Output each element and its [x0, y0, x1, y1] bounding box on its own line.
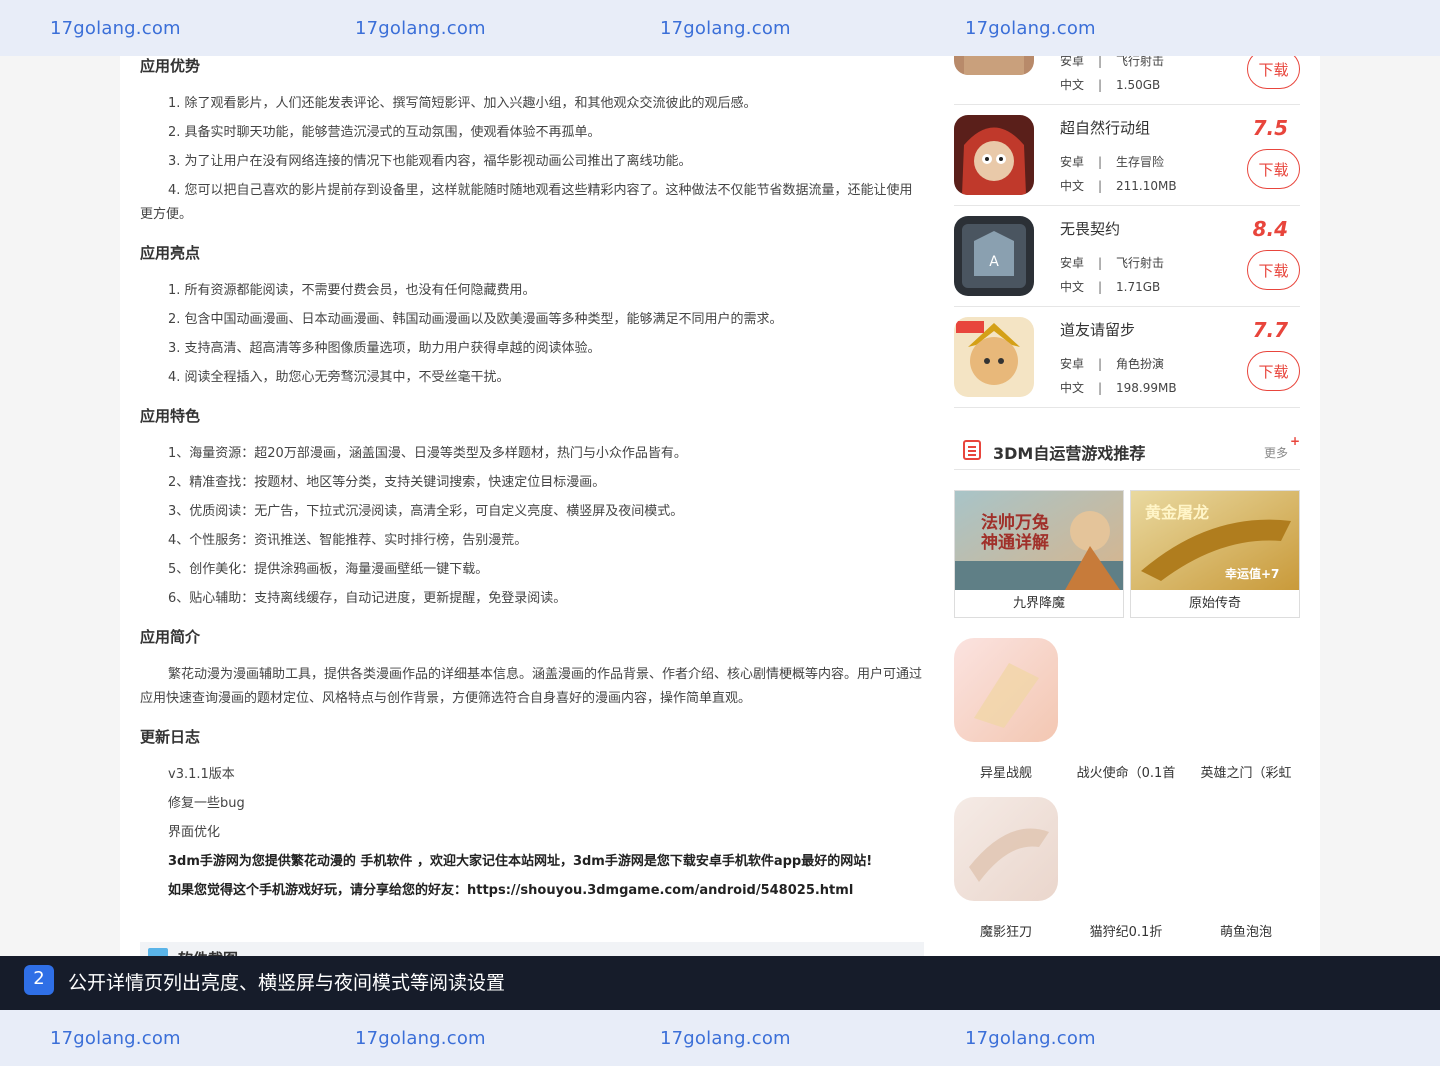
- recommend-tile[interactable]: 萌鱼泡泡: [1186, 797, 1306, 940]
- banner-caption[interactable]: 九界降魔: [955, 592, 1123, 611]
- tile-icon[interactable]: [954, 638, 1058, 742]
- download-button[interactable]: 下载: [1247, 149, 1300, 189]
- step-number-badge: 2: [24, 965, 54, 995]
- tile-name[interactable]: 英雄之门（彩虹: [1186, 762, 1306, 781]
- site-notice: 3dm手游网为您提供繁花动漫的 手机软件 ，欢迎大家记住本站网址，3dm手游网是…: [168, 854, 873, 869]
- clipboard-icon: [963, 440, 981, 460]
- download-button[interactable]: 下载: [1247, 351, 1300, 391]
- svg-text:A: A: [989, 254, 999, 270]
- game-score: 7.5: [1252, 116, 1288, 140]
- section-title-intro: 应用简介: [140, 628, 201, 646]
- game-meta-row: 安卓 | 角色扮演: [1060, 357, 1165, 371]
- game-meta-row: 安卓 | 飞行射击: [1060, 256, 1165, 270]
- banner-image[interactable]: 黄金屠龙 幸运值+7: [1131, 491, 1299, 590]
- changelog-line: v3.1.1版本: [168, 767, 235, 782]
- download-button[interactable]: 下载: [1247, 250, 1300, 290]
- plus-icon[interactable]: +: [1290, 434, 1300, 448]
- game-list-item[interactable]: 超自然行动组 7.5 安卓 | 生存冒险 中文 | 211.10MB 下载: [954, 105, 1300, 206]
- tile-name[interactable]: 战火使命（0.1首: [1066, 762, 1186, 781]
- tile-icon[interactable]: [1074, 638, 1178, 742]
- banner-overlay-text: 黄金屠龙: [1145, 503, 1210, 522]
- game-name[interactable]: 超自然行动组: [1060, 117, 1150, 138]
- banner-caption[interactable]: 原始传奇: [1131, 592, 1299, 611]
- paragraph: 3. 支持高清、超高清等多种图像质量选项，助力用户获得卓越的阅读体验。: [168, 341, 601, 356]
- screenshots-header: 软件截图: [140, 942, 924, 956]
- watermark-bar-top: 17golang.com 17golang.com 17golang.com 1…: [0, 0, 1440, 56]
- game-thumbnail[interactable]: [954, 317, 1034, 397]
- paragraph: 3. 为了让用户在没有网络连接的情况下也能观看内容，福华影视动画公司推出了离线功…: [168, 154, 692, 169]
- screenshots-title: 软件截图: [178, 948, 238, 956]
- paragraph: 2、精准查找：按题材、地区等分类，支持关键词搜索，快速定位目标漫画。: [168, 475, 606, 490]
- recommend-title: 3DM自运营游戏推荐: [993, 444, 1146, 463]
- app-description-article: 应用优势 1. 除了观看影片，人们还能发表评论、撰写简短影评、加入兴趣小组，和其…: [140, 50, 924, 903]
- image-icon: [148, 948, 168, 956]
- recommend-header: 3DM自运营游戏推荐 更多 +: [954, 428, 1300, 470]
- page-content: 应用优势 1. 除了观看影片，人们还能发表评论、撰写简短影评、加入兴趣小组，和其…: [120, 0, 1320, 956]
- game-meta-row: 安卓 | 生存冒险: [1060, 155, 1165, 169]
- game-list-item[interactable]: A 无畏契约 8.4 安卓 | 飞行射击 中文 | 1.71GB 下载: [954, 206, 1300, 307]
- tile-name[interactable]: 萌鱼泡泡: [1186, 921, 1306, 940]
- more-link[interactable]: 更多: [1264, 444, 1288, 461]
- watermark-text: 17golang.com: [965, 17, 1096, 39]
- game-list-item[interactable]: 道友请留步 7.7 安卓 | 角色扮演 中文 | 198.99MB 下载: [954, 307, 1300, 408]
- paragraph: 5、创作美化：提供涂鸦画板，海量漫画壁纸一键下载。: [168, 562, 489, 577]
- game-meta-row: 中文 | 1.71GB: [1060, 280, 1161, 294]
- section-title-highlights: 应用亮点: [140, 244, 201, 262]
- game-name[interactable]: 道友请留步: [1060, 319, 1135, 340]
- paragraph: 6、贴心辅助：支持离线缓存，自动记进度，更新提醒，免登录阅读。: [168, 591, 567, 606]
- tile-icon[interactable]: [1074, 797, 1178, 901]
- banner-image[interactable]: 法帅万兔 神通详解: [955, 491, 1123, 590]
- paragraph: 4. 阅读全程插入，助您心无旁骛沉浸其中，不受丝毫干扰。: [168, 370, 510, 385]
- recommend-tile[interactable]: 战火使命（0.1首: [1066, 638, 1186, 781]
- paragraph: 1. 所有资源都能阅读，不需要付费会员，也没有任何隐藏费用。: [168, 283, 536, 298]
- banner-overlay-text: 法帅万兔 神通详解: [981, 513, 1049, 553]
- game-thumbnail[interactable]: A: [954, 216, 1034, 296]
- game-name[interactable]: 无畏契约: [1060, 218, 1120, 239]
- recommend-banner[interactable]: 法帅万兔 神通详解 九界降魔: [954, 490, 1124, 618]
- game-meta-row: 中文 | 198.99MB: [1060, 381, 1177, 395]
- banner-overlay-subtext: 幸运值+7: [1225, 567, 1280, 581]
- caption-text: 公开详情页列出亮度、横竖屏与夜间模式等阅读设置: [68, 972, 506, 994]
- recommend-tile[interactable]: 魔影狂刀: [946, 797, 1066, 940]
- game-score: 8.4: [1252, 217, 1288, 241]
- recommend-tile[interactable]: 英雄之门（彩虹: [1186, 638, 1306, 781]
- section-title-changelog: 更新日志: [140, 728, 201, 746]
- tile-icon[interactable]: [1194, 638, 1298, 742]
- game-thumbnail[interactable]: [954, 115, 1034, 195]
- section-title-features: 应用特色: [140, 407, 201, 425]
- watermark-text: 17golang.com: [50, 17, 181, 39]
- caption-bar: 2 公开详情页列出亮度、横竖屏与夜间模式等阅读设置: [0, 956, 1440, 1010]
- tile-name[interactable]: 魔影狂刀: [946, 921, 1066, 940]
- game-score: 7.7: [1252, 318, 1288, 342]
- watermark-text: 17golang.com: [355, 1027, 486, 1049]
- tile-name[interactable]: 异星战舰: [946, 762, 1066, 781]
- watermark-text: 17golang.com: [660, 17, 791, 39]
- watermark-bar-bottom: 17golang.com 17golang.com 17golang.com 1…: [0, 1010, 1440, 1066]
- paragraph: 1. 除了观看影片，人们还能发表评论、撰写简短影评、加入兴趣小组，和其他观众交流…: [168, 96, 757, 111]
- game-meta-row: 中文 | 1.50GB: [1060, 78, 1161, 92]
- paragraph: 2. 包含中国动画漫画、日本动画漫画、韩国动画漫画以及欧美漫画等多种类型，能够满…: [168, 312, 783, 327]
- paragraph: 2. 具备实时聊天功能，能够营造沉浸式的互动氛围，使观看体验不再孤单。: [168, 125, 601, 140]
- tile-icon[interactable]: [1194, 797, 1298, 901]
- watermark-text: 17golang.com: [50, 1027, 181, 1049]
- changelog-line: 界面优化: [168, 825, 221, 840]
- watermark-text: 17golang.com: [355, 17, 486, 39]
- watermark-text: 17golang.com: [965, 1027, 1096, 1049]
- recommend-tile[interactable]: 异星战舰: [946, 638, 1066, 781]
- paragraph: 1、海量资源：超20万部漫画，涵盖国漫、日漫等类型及多样题材，热门与小众作品皆有…: [168, 446, 687, 461]
- paragraph: 繁花动漫为漫画辅助工具，提供各类漫画作品的详细基本信息。涵盖漫画的作品背景、作者…: [140, 667, 923, 706]
- recommend-banner[interactable]: 黄金屠龙 幸运值+7 原始传奇: [1130, 490, 1300, 618]
- paragraph: 4、个性服务：资讯推送、智能推荐、实时排行榜，告别漫荒。: [168, 533, 528, 548]
- game-meta-row: 中文 | 211.10MB: [1060, 179, 1177, 193]
- tile-name[interactable]: 猫狩纪0.1折: [1066, 921, 1186, 940]
- changelog-line: 修复一些bug: [168, 796, 245, 811]
- tile-icon[interactable]: [954, 797, 1058, 901]
- watermark-text: 17golang.com: [660, 1027, 791, 1049]
- paragraph: 3、优质阅读：无广告，下拉式沉浸阅读，高清全彩，可自定义亮度、横竖屏及夜间模式。: [168, 504, 684, 519]
- paragraph: 4. 您可以把自己喜欢的影片提前存到设备里，这样就能随时随地观看这些精彩内容了。…: [140, 183, 913, 222]
- share-link-notice[interactable]: 如果您觉得这个手机游戏好玩，请分享给您的好友：https://shouyou.3…: [140, 879, 924, 903]
- recommend-tile[interactable]: 猫狩纪0.1折: [1066, 797, 1186, 940]
